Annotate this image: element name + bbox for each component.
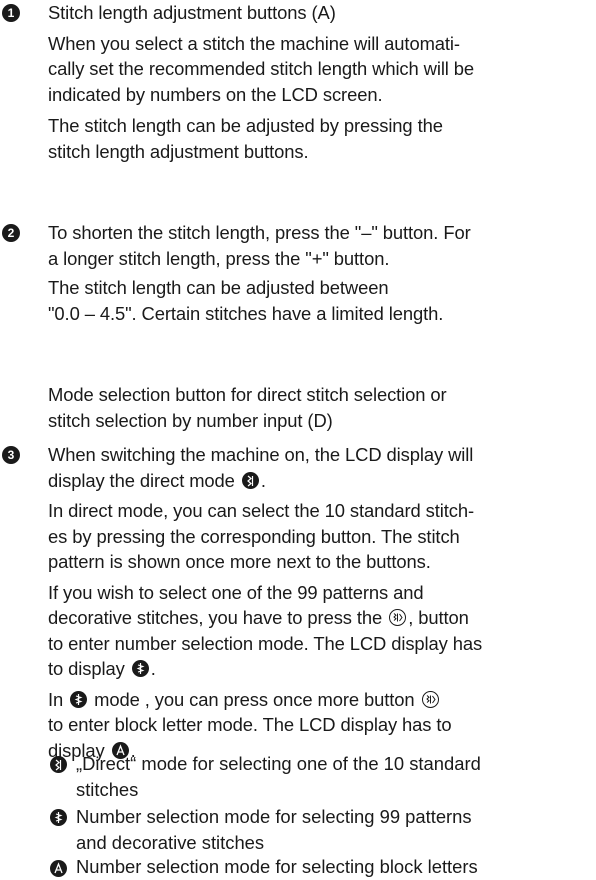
text-line: If you wish to select one of the 99 patt… <box>48 581 424 603</box>
section-3-para-1: When switching the machine on, the LCD d… <box>48 442 588 493</box>
text-span: display the direct mode <box>48 469 235 491</box>
section-1-para-2: The stitch length can be adjusted by pre… <box>48 113 588 164</box>
text-span: In <box>48 688 64 710</box>
section-2-text: To shorten the stitch length, press the … <box>48 220 588 326</box>
mode-selection-heading: Mode selection button for direct stitch … <box>48 382 588 433</box>
text-line: Number selection mode for selecting 99 p… <box>76 806 472 827</box>
text-line: Mode selection button for direct stitch … <box>48 384 447 405</box>
text-line: "0.0 – 4.5". Certain stitches have a lim… <box>48 302 444 324</box>
text-line: and decorative stitches <box>76 831 265 853</box>
text-span: decorative stitches, you have to press t… <box>48 607 383 628</box>
letter-mode-icon <box>50 860 67 877</box>
text-line: decorative stitches, you have to press t… <box>48 605 588 631</box>
step-marker-2: 2 <box>2 224 20 242</box>
text-line: stitch length adjustment buttons. <box>48 140 309 162</box>
text-span: , button <box>408 607 469 628</box>
text-line: pattern is shown once more next to the b… <box>48 551 431 572</box>
text-span: to display <box>48 658 125 679</box>
text-line: The stitch length can be adjusted betwee… <box>48 277 389 298</box>
mode-button-icon <box>421 690 439 708</box>
section-2-para-2: The stitch length can be adjusted betwee… <box>48 275 588 326</box>
section-1-para-1: When you select a stitch the machine wil… <box>48 31 588 108</box>
text-line: a longer stitch length, press the "+" bu… <box>48 247 390 269</box>
text-line: to enter number selection mode. The LCD … <box>48 632 483 654</box>
step-marker-1: 1 <box>2 4 20 22</box>
text-line: stitch selection by number input (D) <box>48 409 333 431</box>
step-marker-3: 3 <box>2 446 20 464</box>
legend-item-direct: „Direct“ mode for selecting one of the 1… <box>76 751 590 802</box>
text-line: indicated by numbers on the LCD screen. <box>48 83 383 105</box>
section-1-heading: Stitch length adjustment buttons (A) <box>48 2 336 23</box>
mode-button-icon <box>389 609 407 626</box>
text-line: es by pressing the corresponding button.… <box>48 525 460 547</box>
text-line: to enter block letter mode. The LCD disp… <box>48 714 452 735</box>
text-line: stitches <box>76 778 139 800</box>
direct-mode-icon <box>50 756 67 773</box>
text-span: . <box>150 658 156 679</box>
text-line: Number selection mode for selecting bloc… <box>76 856 478 877</box>
text-line: display the direct mode . <box>48 468 588 494</box>
legend-item-number: Number selection mode for selecting 99 p… <box>76 804 590 855</box>
text-line: To shorten the stitch length, press the … <box>48 222 471 243</box>
direct-mode-icon <box>241 471 259 489</box>
text-line: cally set the recommended stitch length … <box>48 58 475 79</box>
section-3-para-3: If you wish to select one of the 99 patt… <box>48 580 588 682</box>
number-mode-icon <box>131 660 149 677</box>
text-line: „Direct“ mode for selecting one of the 1… <box>76 753 481 774</box>
text-line: In direct mode, you can select the 10 st… <box>48 500 474 521</box>
text-line: The stitch length can be adjusted by pre… <box>48 115 443 136</box>
section-3-para-2: In direct mode, you can select the 10 st… <box>48 498 588 575</box>
section-3-text: When switching the machine on, the LCD d… <box>48 442 588 763</box>
text-line: to display . <box>48 656 588 682</box>
text-span: mode , you can press once more button <box>94 688 415 710</box>
number-mode-icon <box>70 690 88 708</box>
text-line: In mode , you can press once more button <box>48 687 588 713</box>
text-line: When switching the machine on, the LCD d… <box>48 444 474 465</box>
text-span: . <box>260 469 266 491</box>
legend-item-letter: Number selection mode for selecting bloc… <box>76 854 590 880</box>
number-mode-icon <box>50 809 67 826</box>
section-1-text: Stitch length adjustment buttons (A) Whe… <box>48 0 588 164</box>
text-line: When you select a stitch the machine wil… <box>48 32 460 54</box>
